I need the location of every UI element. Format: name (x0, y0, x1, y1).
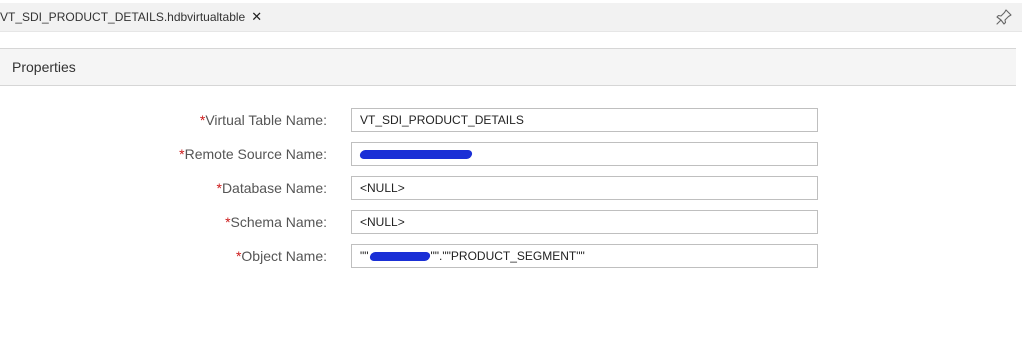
pin-icon[interactable] (996, 9, 1012, 25)
remote-source-name-field[interactable] (351, 142, 818, 166)
remote-source-name-label: *Remote Source Name: (179, 146, 327, 162)
remote-source-name-row: *Remote Source Name: (0, 142, 1024, 166)
schema-name-row: *Schema Name: <NULL> (0, 210, 1024, 234)
close-icon[interactable]: ✕ (251, 9, 262, 25)
object-name-field[interactable]: "" "".""PRODUCT_SEGMENT"" (351, 244, 818, 268)
virtual-table-name-label: *Virtual Table Name: (199, 112, 327, 128)
redaction-scribble (368, 252, 431, 262)
schema-name-label: *Schema Name: (225, 214, 327, 230)
schema-name-field[interactable]: <NULL> (351, 210, 818, 234)
database-name-row: *Database Name: <NULL> (0, 176, 1024, 200)
virtual-table-name-row: *Virtual Table Name: VT_SDI_PRODUCT_DETA… (0, 108, 1024, 132)
object-name-row: *Object Name: "" "".""PRODUCT_SEGMENT"" (0, 244, 1024, 268)
database-name-label: *Database Name: (216, 180, 327, 196)
database-name-field[interactable]: <NULL> (351, 176, 818, 200)
editor-tab-bar: VT_SDI_PRODUCT_DETAILS.hdbvirtualtable ✕ (0, 3, 1022, 32)
virtual-table-name-field[interactable]: VT_SDI_PRODUCT_DETAILS (351, 108, 818, 132)
redaction-scribble (359, 150, 473, 160)
panel-title: Properties (12, 59, 76, 75)
object-name-label: *Object Name: (235, 248, 327, 264)
properties-panel-header: Properties (0, 48, 1016, 86)
editor-tab[interactable]: VT_SDI_PRODUCT_DETAILS.hdbvirtualtable ✕ (0, 3, 262, 31)
tab-label: VT_SDI_PRODUCT_DETAILS.hdbvirtualtable (0, 10, 246, 24)
